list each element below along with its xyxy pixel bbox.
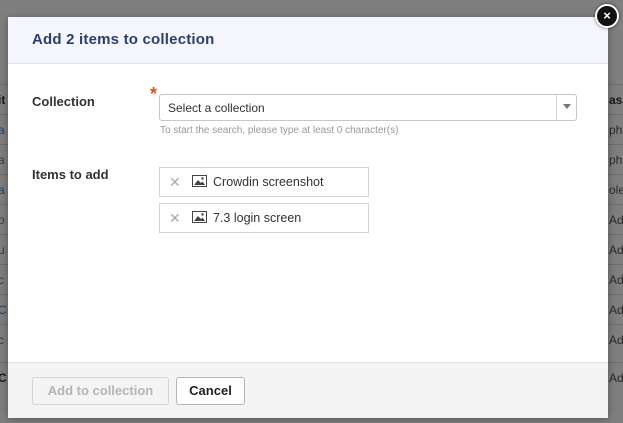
dialog-header: Add 2 items to collection [8,17,608,64]
collection-label: Collection [32,94,95,109]
list-item: ✕ 7.3 login screen [159,203,369,233]
collection-select-value: Select a collection [168,101,265,115]
collection-select[interactable]: Select a collection [159,94,577,121]
collection-hint: To start the search, please type at leas… [160,125,399,136]
required-marker: * [150,84,158,104]
close-icon[interactable]: × [595,4,619,28]
image-icon [192,175,207,187]
add-to-collection-button[interactable]: Add to collection [32,377,169,405]
item-label: Crowdin screenshot [213,175,324,189]
items-label: Items to add [32,167,109,182]
dialog-title: Add 2 items to collection [32,31,215,48]
remove-item-icon[interactable]: ✕ [169,210,181,226]
dialog-footer: Add to collection Cancel [8,362,608,418]
cancel-button[interactable]: Cancel [176,377,245,405]
add-to-collection-dialog: Add 2 items to collection Collection * S… [8,17,608,418]
item-label: 7.3 login screen [213,211,302,225]
chevron-down-icon[interactable] [556,95,576,120]
remove-item-icon[interactable]: ✕ [169,174,181,190]
image-icon [192,211,207,223]
list-item: ✕ Crowdin screenshot [159,167,369,197]
